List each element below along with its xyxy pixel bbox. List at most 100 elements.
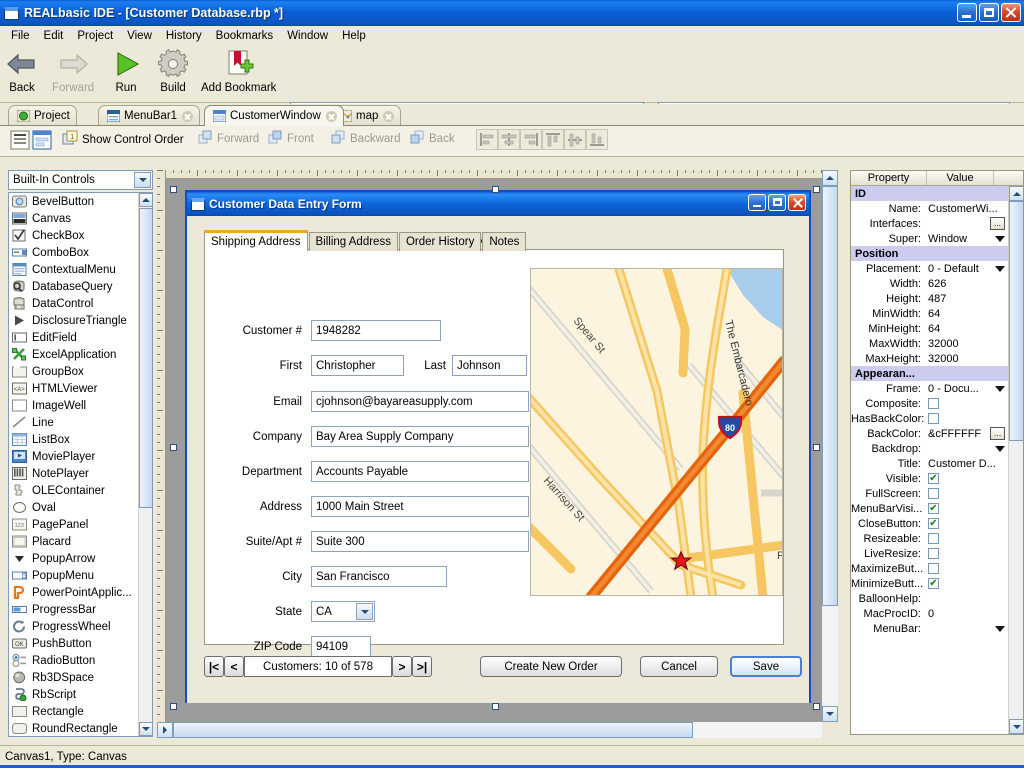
last-name-input[interactable]: Johnson xyxy=(452,355,527,376)
palette-item-movieplayer[interactable]: MoviePlayer xyxy=(9,448,139,465)
property-row-menubarvisi[interactable]: MenuBarVisi... xyxy=(851,501,1009,516)
palette-item-bevelbutton[interactable]: BevelButton xyxy=(9,193,139,210)
department-input[interactable]: Accounts Payable xyxy=(311,461,529,482)
last-record-button[interactable]: >| xyxy=(412,656,432,677)
palette-item-placard[interactable]: Placard xyxy=(9,533,139,550)
checkbox-icon[interactable] xyxy=(928,503,939,514)
property-row-frame[interactable]: Frame: 0 - Docu... xyxy=(851,381,1009,396)
property-row-maxwidth[interactable]: MaxWidth: 32000 xyxy=(851,336,1009,351)
scroll-up-icon[interactable] xyxy=(139,193,152,207)
city-input[interactable]: San Francisco xyxy=(311,566,447,587)
project-tab-project[interactable]: Project xyxy=(8,105,77,126)
properties-scrollbar[interactable] xyxy=(1008,186,1023,734)
scroll-down-icon[interactable] xyxy=(1009,719,1023,734)
checkbox-icon[interactable] xyxy=(928,413,939,424)
property-row-visible[interactable]: Visible: xyxy=(851,471,1009,486)
property-row-width[interactable]: Width: 626 xyxy=(851,276,1009,291)
palette-item-rectangle[interactable]: Rectangle xyxy=(9,703,139,720)
color-picker-icon[interactable]: … xyxy=(990,427,1005,440)
menu-window[interactable]: Window xyxy=(280,28,335,44)
palette-item-popupmenu[interactable]: PopupMenu xyxy=(9,567,139,584)
selection-handle-bottom-center[interactable] xyxy=(492,703,499,710)
align-top-icon[interactable] xyxy=(542,129,564,150)
palette-item-roundrectangle[interactable]: RoundRectangle xyxy=(9,720,139,736)
add-bookmark-button[interactable]: Add Bookmark xyxy=(201,48,276,94)
menu-edit[interactable]: Edit xyxy=(37,28,71,44)
property-row-height[interactable]: Height: 487 xyxy=(851,291,1009,306)
property-value[interactable]: 64 xyxy=(925,308,1009,320)
back-button[interactable]: Back xyxy=(4,48,40,94)
property-row-maximizebut[interactable]: MaximizeBut... xyxy=(851,561,1009,576)
form-design-window[interactable]: Customer Data Entry Form Shipping Addres… xyxy=(185,190,811,703)
view-mode-toggle[interactable] xyxy=(10,130,52,153)
selection-handle-top-center[interactable] xyxy=(492,186,499,193)
selection-handle-top-left[interactable] xyxy=(170,186,177,193)
palette-item-radiobutton[interactable]: RadioButton xyxy=(9,652,139,669)
previous-record-button[interactable]: < xyxy=(224,656,244,677)
selection-handle-bottom-right[interactable] xyxy=(813,703,820,710)
menu-help[interactable]: Help xyxy=(335,28,373,44)
palette-item-noteplayer[interactable]: NotePlayer xyxy=(9,465,139,482)
palette-item-pushbutton[interactable]: OK PushButton xyxy=(9,635,139,652)
back-layer-button[interactable]: Back xyxy=(410,130,455,148)
palette-scrollbar[interactable] xyxy=(138,193,152,736)
property-value[interactable]: 64 xyxy=(925,323,1009,335)
palette-item-progresswheel[interactable]: ProgressWheel xyxy=(9,618,139,635)
project-tab-customerwindow[interactable]: CustomerWindow xyxy=(204,105,344,126)
form-minimize-button[interactable] xyxy=(748,194,766,211)
build-button[interactable]: Build xyxy=(155,48,191,94)
palette-item-datacontrol[interactable]: DataControl xyxy=(9,295,139,312)
run-button[interactable]: Run xyxy=(108,48,144,94)
tab-order-history[interactable]: Order History xyxy=(398,232,482,251)
design-hscroll-thumb[interactable] xyxy=(173,722,693,738)
palette-item-olecontainer[interactable]: OLEContainer xyxy=(9,482,139,499)
property-row-fullscreen[interactable]: FullScreen: xyxy=(851,486,1009,501)
align-middle-icon[interactable] xyxy=(564,129,586,150)
property-row-balloonhelp[interactable]: BalloonHelp: xyxy=(851,591,1009,606)
minimize-button[interactable] xyxy=(957,3,977,22)
palette-scroll-thumb[interactable] xyxy=(139,208,152,508)
save-button[interactable]: Save xyxy=(730,656,802,677)
property-row-macprocid[interactable]: MacProcID: 0 xyxy=(851,606,1009,621)
property-value[interactable] xyxy=(925,578,1009,589)
align-left-icon[interactable] xyxy=(476,129,498,150)
forward-layer-button[interactable]: Forward xyxy=(198,130,259,148)
palette-item-checkbox[interactable]: CheckBox xyxy=(9,227,139,244)
property-value[interactable] xyxy=(925,413,1009,424)
tab-shipping-address[interactable]: Shipping Address xyxy=(204,230,308,251)
property-row-backdrop[interactable]: Backdrop: xyxy=(851,441,1009,456)
palette-item-groupbox[interactable]: GroupBox xyxy=(9,363,139,380)
chevron-down-icon[interactable] xyxy=(995,625,1005,632)
palette-item-editfield[interactable]: EditField xyxy=(9,329,139,346)
property-value[interactable] xyxy=(925,398,1009,409)
palette-item-rbscript[interactable]: RbScript xyxy=(9,686,139,703)
forward-button[interactable]: Forward xyxy=(52,48,94,94)
menu-history[interactable]: History xyxy=(159,28,209,44)
palette-item-contextualmenu[interactable]: ContextualMenu xyxy=(9,261,139,278)
property-row-minwidth[interactable]: MinWidth: 64 xyxy=(851,306,1009,321)
design-vscroll-thumb[interactable] xyxy=(822,186,838,606)
selection-handle-middle-right[interactable] xyxy=(813,444,820,451)
property-value[interactable]: CustomerWi... xyxy=(925,203,1009,215)
chevron-down-icon[interactable] xyxy=(995,445,1005,452)
palette-item-rb3dspace[interactable]: Rb3DSpace xyxy=(9,669,139,686)
maximize-button[interactable] xyxy=(979,3,999,22)
cancel-button[interactable]: Cancel xyxy=(640,656,718,677)
property-value[interactable] xyxy=(925,533,1009,544)
property-value[interactable] xyxy=(925,473,1009,484)
palette-item-progressbar[interactable]: ProgressBar xyxy=(9,601,139,618)
property-value[interactable]: 32000 xyxy=(925,353,1009,365)
property-value[interactable]: Window xyxy=(925,233,1009,245)
checkbox-icon[interactable] xyxy=(928,548,939,559)
property-value[interactable] xyxy=(925,503,1009,514)
menu-project[interactable]: Project xyxy=(70,28,120,44)
property-value[interactable]: 0 xyxy=(925,608,1009,620)
palette-item-oval[interactable]: Oval xyxy=(9,499,139,516)
property-value[interactable] xyxy=(925,518,1009,529)
form-maximize-button[interactable] xyxy=(768,194,786,211)
property-value[interactable] xyxy=(925,563,1009,574)
property-row-resizeable[interactable]: Resizeable: xyxy=(851,531,1009,546)
selection-handle-middle-left[interactable] xyxy=(170,444,177,451)
property-value[interactable] xyxy=(925,548,1009,559)
checkbox-icon[interactable] xyxy=(928,473,939,484)
